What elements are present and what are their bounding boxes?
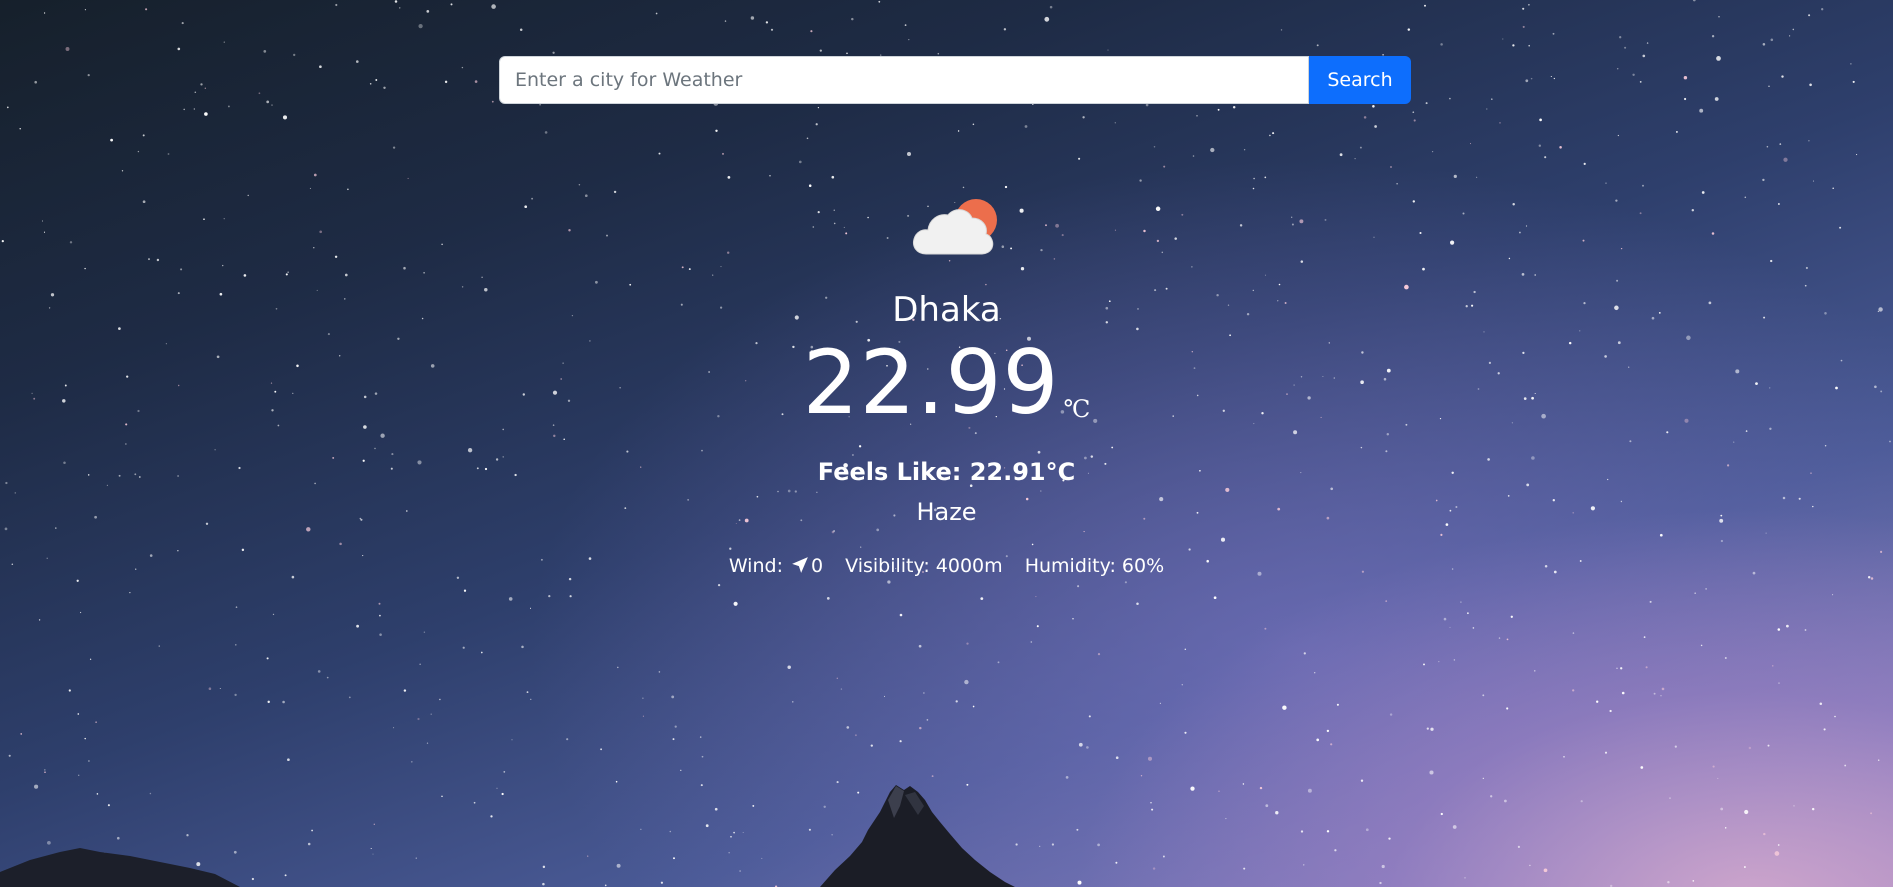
partly-cloudy-icon	[913, 199, 997, 255]
background-scene: Search Dhaka 22.99℃ Feels Like: 22.91°C …	[0, 0, 1893, 887]
location-arrow-icon	[792, 557, 808, 573]
wind-value: 0	[810, 555, 824, 577]
temperature-unit: ℃	[1063, 395, 1091, 423]
search-bar: Search	[499, 56, 1411, 104]
weather-details: Wind: 0 Visibility: 4000m Humidity: 60%	[0, 552, 1893, 580]
wind-detail: Wind: 0	[729, 552, 823, 580]
wind-label: Wind:	[728, 555, 783, 577]
visibility-detail: Visibility: 4000m	[845, 555, 1003, 577]
temperature-value: 22.99	[802, 331, 1060, 434]
search-button[interactable]: Search	[1309, 56, 1411, 104]
feels-like: Feels Like: 22.91°C	[817, 458, 1076, 486]
city-search-input[interactable]	[499, 56, 1309, 104]
humidity-detail: Humidity: 60%	[1024, 555, 1165, 577]
weather-condition: Haze	[916, 498, 977, 526]
city-name: Dhaka	[892, 290, 1001, 330]
temperature-row: 22.99 ℃	[0, 333, 1893, 459]
